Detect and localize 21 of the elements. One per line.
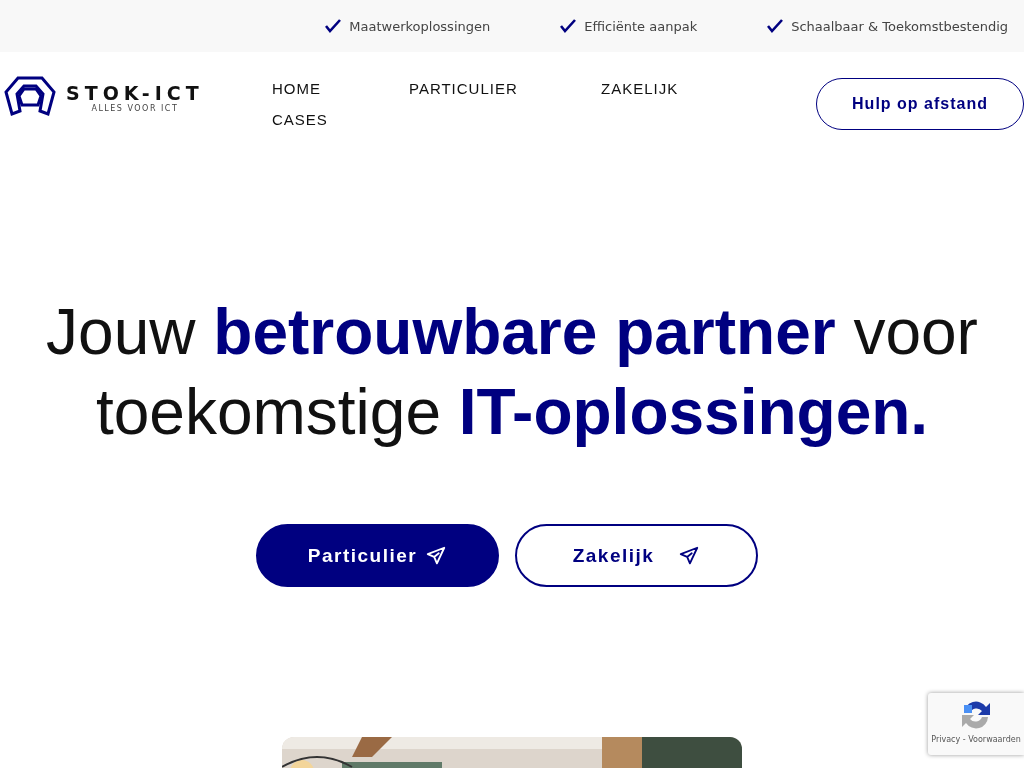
paper-plane-icon [678, 544, 701, 567]
check-icon [767, 19, 784, 33]
check-icon [325, 19, 342, 33]
recaptcha-icon [960, 699, 992, 731]
feature-label: Efficiënte aanpak [584, 18, 698, 34]
logo-tagline: ALLES VOOR ICT [91, 103, 179, 113]
nav-link[interactable]: PARTICULIER [409, 80, 518, 97]
hero-headline: Jouw betrouwbare partner voor toekomstige IT-oplossingen. [45, 295, 979, 450]
nav-link[interactable]: HOME [272, 80, 321, 97]
feature-label: Maatwerkoplossingen [349, 18, 491, 34]
hero-button[interactable]: Zakelijk [515, 524, 758, 587]
check-icon [560, 19, 577, 33]
hero-button[interactable]: Particulier [256, 524, 499, 587]
remote-help-button[interactable]: Hulp op afstand [816, 78, 1024, 130]
recaptcha-links[interactable]: Privacy - Voorwaarden [931, 735, 1021, 744]
logo-icon [4, 76, 56, 118]
paper-plane-icon [425, 544, 448, 567]
nav-link[interactable]: CASES [272, 111, 328, 128]
nav-link[interactable]: ZAKELIJK [601, 80, 679, 97]
feature-label: Schaalbaar & Toekomstbestendig [791, 18, 1008, 34]
logo-name: STOK-ICT [66, 81, 204, 104]
